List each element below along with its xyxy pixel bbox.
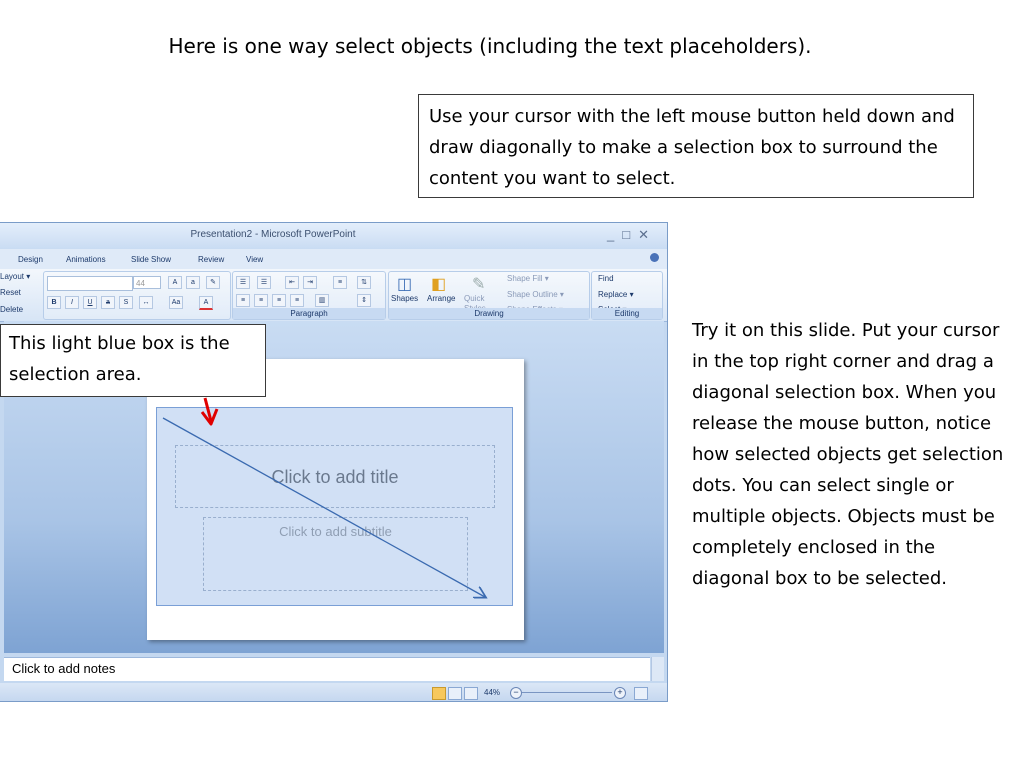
drawing-label: Drawing	[389, 308, 589, 319]
justify-icon[interactable]: ≡	[290, 294, 304, 307]
shapes-icon[interactable]: ◫	[397, 274, 412, 294]
slide-heading: Here is one way select objects (includin…	[168, 34, 812, 58]
numbering-icon[interactable]: ☰	[257, 276, 271, 289]
clear-format-icon[interactable]: ✎	[206, 276, 220, 289]
shape-outline-button[interactable]: Shape Outline ▾	[507, 290, 564, 299]
spacing-icon[interactable]: ↔	[139, 296, 153, 309]
tab-animations[interactable]: Animations	[66, 255, 106, 264]
slide-sorter-icon[interactable]	[448, 687, 462, 700]
align-left-icon[interactable]: ≡	[236, 294, 250, 307]
bold-icon[interactable]: B	[47, 296, 61, 309]
tab-view[interactable]: View	[246, 255, 263, 264]
selection-box	[156, 407, 513, 606]
powerpoint-window: Presentation2 - Microsoft PowerPoint _□✕…	[0, 222, 668, 702]
status-bar: 44% − +	[0, 683, 667, 701]
zoom-slider[interactable]	[522, 692, 612, 693]
slide-show-icon[interactable]	[464, 687, 478, 700]
zoom-in-icon[interactable]: +	[614, 687, 626, 699]
normal-view-icon[interactable]	[432, 687, 446, 700]
notes-pane[interactable]: Click to add notes	[4, 657, 650, 681]
window-controls: _□✕	[607, 227, 657, 243]
shadow-icon[interactable]: S	[119, 296, 133, 309]
shape-fill-button[interactable]: Shape Fill ▾	[507, 274, 549, 283]
arrange-button[interactable]: Arrange	[427, 294, 455, 303]
tab-review[interactable]: Review	[198, 255, 224, 264]
editing-group: Find Replace ▾ Select ▾ Editing	[591, 271, 663, 320]
ribbon: Layout ▾ Reset Delete 44 A a ✎ B I U a S…	[0, 269, 667, 322]
align-right-icon[interactable]: ≡	[272, 294, 286, 307]
notes-scrollbar[interactable]	[651, 657, 664, 681]
arrange-icon[interactable]: ◧	[431, 274, 446, 294]
editing-label: Editing	[592, 308, 662, 319]
increase-indent-icon[interactable]: ⇥	[303, 276, 317, 289]
font-size-box[interactable]: 44	[133, 276, 161, 289]
zoom-level: 44%	[484, 688, 501, 697]
selection-area-callout: This light blue box is the selection are…	[0, 324, 266, 397]
zoom-out-icon[interactable]: −	[510, 687, 522, 699]
try-it-text: Try it on this slide. Put your cursor in…	[692, 320, 1004, 589]
change-case-icon[interactable]: Aa	[169, 296, 183, 309]
ribbon-tabs: Design Animations Slide Show Review View	[0, 249, 667, 269]
close-icon[interactable]: ✕	[638, 227, 657, 242]
delete-button[interactable]: Delete	[0, 305, 23, 314]
text-direction-icon[interactable]: ⇅	[357, 276, 371, 289]
align-text-icon[interactable]: ⇕	[357, 294, 371, 307]
underline-icon[interactable]: U	[83, 296, 97, 309]
drawing-group: ◫ ◧ ✎ Shapes Arrange Quick Styles Shape …	[388, 271, 590, 320]
bullets-icon[interactable]: ☰	[236, 276, 250, 289]
decrease-indent-icon[interactable]: ⇤	[285, 276, 299, 289]
grow-font-icon[interactable]: A	[168, 276, 182, 289]
font-color-icon[interactable]: A	[199, 296, 213, 310]
reset-button[interactable]: Reset	[0, 288, 21, 297]
replace-button[interactable]: Replace ▾	[598, 290, 634, 299]
window-title: Presentation2 - Microsoft PowerPoint	[190, 229, 356, 240]
layout-button[interactable]: Layout ▾	[0, 272, 30, 281]
align-center-icon[interactable]: ≡	[254, 294, 268, 307]
help-icon[interactable]	[650, 253, 659, 262]
tab-design[interactable]: Design	[18, 255, 43, 264]
maximize-icon[interactable]: □	[622, 227, 638, 242]
columns-icon[interactable]: ▥	[315, 294, 329, 307]
find-button[interactable]: Find	[598, 274, 614, 283]
font-group: 44 A a ✎ B I U a S ↔ Aa A	[43, 271, 231, 320]
tab-slide-show[interactable]: Slide Show	[131, 255, 171, 264]
instruction-callout: Use your cursor with the left mouse butt…	[418, 94, 974, 198]
quick-styles-icon[interactable]: ✎	[472, 274, 485, 294]
window-titlebar: Presentation2 - Microsoft PowerPoint _□✕	[0, 223, 667, 249]
paragraph-group: ☰ ☰ ⇤ ⇥ ≡ ⇅ ≡ ≡ ≡ ≡ ▥ ⇕ Paragraph	[232, 271, 386, 320]
paragraph-label: Paragraph	[233, 308, 385, 319]
shapes-button[interactable]: Shapes	[391, 294, 418, 303]
strikethrough-icon[interactable]: a	[101, 296, 115, 309]
font-name-box[interactable]	[47, 276, 133, 291]
minimize-icon[interactable]: _	[607, 227, 622, 242]
line-spacing-icon[interactable]: ≡	[333, 276, 347, 289]
shrink-font-icon[interactable]: a	[186, 276, 200, 289]
fit-window-icon[interactable]	[634, 687, 648, 700]
italic-icon[interactable]: I	[65, 296, 79, 309]
